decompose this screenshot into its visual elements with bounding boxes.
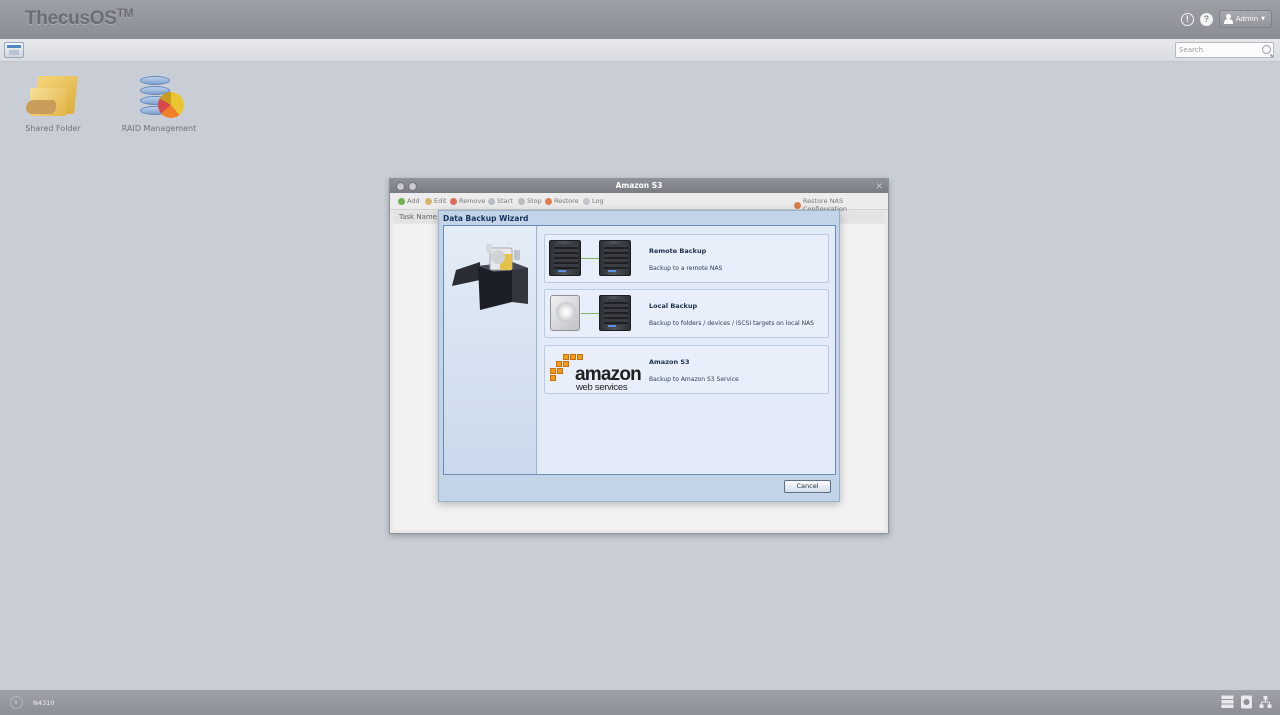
option-title: Remote Backup xyxy=(649,247,707,255)
help-icon[interactable]: ? xyxy=(1199,12,1213,26)
column-task-name[interactable]: Task Name xyxy=(399,213,437,221)
window-toolbar: Add Edit Remove Start Stop Restore Log R… xyxy=(390,193,888,213)
desktop-icon-label: RAID Management xyxy=(121,124,197,133)
cancel-button[interactable]: Cancel xyxy=(784,480,831,493)
close-icon[interactable]: ✕ xyxy=(875,180,883,194)
wizard-title: Data Backup Wizard xyxy=(443,214,529,223)
start-button[interactable]: Start xyxy=(488,197,513,205)
option-amazon-s3[interactable]: amazon web services Amazon S3 Backup to … xyxy=(544,345,829,394)
remove-icon xyxy=(450,197,457,205)
log-button[interactable]: Log xyxy=(583,197,604,205)
device-model: N4310 xyxy=(33,699,55,707)
task-bar xyxy=(0,39,1280,62)
user-menu-button[interactable]: Admin ▼ xyxy=(1218,10,1272,28)
restore-icon xyxy=(545,197,552,205)
option-description: Backup to a remote NAS xyxy=(649,265,723,272)
nas-device-icon xyxy=(599,295,631,331)
stop-button[interactable]: Stop xyxy=(518,197,542,205)
raid-management-icon xyxy=(132,72,186,120)
backup-box-icon xyxy=(452,244,528,310)
maximize-button[interactable] xyxy=(408,182,417,191)
window-titlebar[interactable]: Amazon S3 ✕ xyxy=(390,179,888,193)
option-title: Amazon S3 xyxy=(649,358,690,366)
nas-device-icon xyxy=(599,240,631,276)
wizard-side-panel xyxy=(444,226,537,474)
aws-logo-subtext: web services xyxy=(576,382,628,393)
desktop-icon-label: Shared Folder xyxy=(25,124,81,133)
option-description: Backup to folders / devices / iSCSI targ… xyxy=(649,320,814,327)
edit-icon xyxy=(425,197,432,205)
shared-folder-icon xyxy=(26,72,80,120)
start-icon xyxy=(488,197,495,205)
add-icon xyxy=(398,197,405,205)
storage-icon[interactable] xyxy=(1221,695,1234,709)
option-remote-backup[interactable]: Remote Backup Backup to a remote NAS xyxy=(544,234,829,283)
log-icon xyxy=(583,197,590,205)
desktop-icon-shared-folder[interactable]: Shared Folder xyxy=(8,72,98,133)
nas-device-icon xyxy=(549,240,581,276)
network-icon[interactable] xyxy=(1259,695,1272,709)
app-logo: ThecusOSTM xyxy=(25,6,134,29)
aws-logo-text: amazon xyxy=(575,364,642,385)
power-icon[interactable] xyxy=(10,696,23,709)
disk-icon[interactable] xyxy=(1240,695,1253,709)
minimize-button[interactable] xyxy=(396,182,405,191)
restore-nas-icon xyxy=(794,201,801,209)
window-title: Amazon S3 xyxy=(615,181,663,190)
desktop-icon-raid-management[interactable]: RAID Management xyxy=(114,72,204,133)
open-app-tile[interactable] xyxy=(4,42,24,58)
info-icon[interactable]: ! xyxy=(1180,12,1194,26)
aws-logo: amazon web services xyxy=(549,352,642,393)
option-title: Local Backup xyxy=(649,302,698,310)
restore-button[interactable]: Restore xyxy=(545,197,579,205)
bottom-bar: N4310 xyxy=(0,690,1280,715)
add-button[interactable]: Add xyxy=(398,197,420,205)
user-label: Admin xyxy=(1235,15,1259,23)
search-icon[interactable] xyxy=(1262,45,1271,54)
user-icon xyxy=(1223,14,1233,24)
stop-icon xyxy=(518,197,525,205)
data-backup-wizard-dialog: Data Backup Wizard Remote Backup Backup … xyxy=(438,210,840,502)
search-input[interactable]: Search xyxy=(1175,42,1274,58)
chevron-down-icon: ▼ xyxy=(1261,16,1265,22)
wizard-options: Remote Backup Backup to a remote NAS Loc… xyxy=(538,226,835,474)
wizard-body: Remote Backup Backup to a remote NAS Loc… xyxy=(443,225,836,475)
hard-drive-icon xyxy=(550,295,580,331)
option-description: Backup to Amazon S3 Service xyxy=(649,376,739,383)
option-local-backup[interactable]: Local Backup Backup to folders / devices… xyxy=(544,289,829,338)
remove-button[interactable]: Remove xyxy=(450,197,485,205)
top-bar: ThecusOSTM ! ? Admin ▼ xyxy=(0,0,1280,39)
edit-button[interactable]: Edit xyxy=(425,197,447,205)
